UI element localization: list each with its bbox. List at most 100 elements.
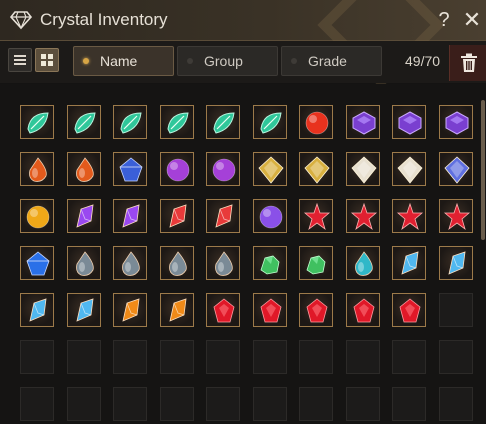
empty-inventory-slot[interactable] bbox=[439, 387, 473, 421]
empty-inventory-slot[interactable] bbox=[346, 340, 380, 374]
inventory-slot[interactable] bbox=[206, 199, 240, 233]
inventory-slot[interactable] bbox=[299, 199, 333, 233]
empty-inventory-slot[interactable] bbox=[67, 340, 101, 374]
inventory-slot[interactable] bbox=[67, 152, 101, 186]
green-cluster-crystal-icon bbox=[260, 255, 280, 275]
help-button[interactable]: ? bbox=[434, 8, 454, 32]
inventory-slot[interactable] bbox=[113, 199, 147, 233]
lightning-shard-crystal-icon bbox=[401, 251, 419, 275]
inventory-slot[interactable] bbox=[160, 152, 194, 186]
inventory-slot[interactable] bbox=[439, 105, 473, 139]
inventory-slot[interactable] bbox=[20, 199, 54, 233]
empty-inventory-slot[interactable] bbox=[67, 387, 101, 421]
inventory-slot[interactable] bbox=[113, 246, 147, 280]
sort-group-label: Group bbox=[204, 53, 243, 69]
sort-grade-button[interactable]: Grade bbox=[281, 46, 382, 76]
inventory-slot[interactable] bbox=[206, 293, 240, 327]
inventory-slot[interactable] bbox=[392, 105, 426, 139]
inventory-slot[interactable] bbox=[67, 199, 101, 233]
scrollbar[interactable] bbox=[481, 100, 485, 240]
red-gem-crystal-icon bbox=[306, 298, 328, 323]
inventory-slot[interactable] bbox=[160, 105, 194, 139]
inventory-slot[interactable] bbox=[439, 152, 473, 186]
empty-inventory-slot[interactable] bbox=[20, 387, 54, 421]
green-leaf-crystal-icon bbox=[120, 112, 142, 134]
empty-inventory-slot[interactable] bbox=[20, 340, 54, 374]
empty-inventory-slot[interactable] bbox=[392, 340, 426, 374]
empty-inventory-slot[interactable] bbox=[160, 340, 194, 374]
empty-inventory-slot[interactable] bbox=[439, 293, 473, 327]
empty-inventory-slot[interactable] bbox=[299, 340, 333, 374]
inventory-slot[interactable] bbox=[160, 199, 194, 233]
lightning-shard-crystal-icon bbox=[29, 298, 47, 322]
inventory-slot[interactable] bbox=[67, 246, 101, 280]
inventory-slot[interactable] bbox=[392, 293, 426, 327]
sort-name-button[interactable]: Name bbox=[73, 46, 174, 76]
empty-inventory-slot[interactable] bbox=[206, 387, 240, 421]
inventory-slot[interactable] bbox=[113, 152, 147, 186]
white-diamond-crystal-icon bbox=[351, 156, 377, 184]
inventory-slot[interactable] bbox=[20, 293, 54, 327]
orange-drop-crystal-icon bbox=[76, 157, 94, 182]
empty-inventory-slot[interactable] bbox=[439, 340, 473, 374]
grid-view-button[interactable] bbox=[35, 48, 59, 72]
inventory-slot[interactable] bbox=[67, 105, 101, 139]
delete-button[interactable] bbox=[449, 45, 486, 81]
trash-icon bbox=[461, 53, 477, 72]
list-view-button[interactable] bbox=[8, 48, 32, 72]
inventory-slot[interactable] bbox=[299, 293, 333, 327]
inventory-slot[interactable] bbox=[392, 199, 426, 233]
violet-round-crystal-icon bbox=[212, 158, 236, 182]
inventory-slot[interactable] bbox=[113, 293, 147, 327]
inventory-slot[interactable] bbox=[346, 105, 380, 139]
purple-hex-crystal-icon bbox=[352, 111, 376, 135]
inventory-slot[interactable] bbox=[346, 246, 380, 280]
inventory-slot[interactable] bbox=[160, 246, 194, 280]
close-button[interactable]: ✕ bbox=[462, 8, 482, 32]
inventory-slot[interactable] bbox=[253, 293, 287, 327]
empty-inventory-slot[interactable] bbox=[113, 340, 147, 374]
violet-orb-crystal-icon bbox=[259, 205, 283, 229]
inventory-slot[interactable] bbox=[392, 246, 426, 280]
green-cluster-crystal-icon bbox=[306, 255, 326, 275]
inventory-slot[interactable] bbox=[206, 246, 240, 280]
empty-inventory-slot[interactable] bbox=[392, 387, 426, 421]
empty-inventory-slot[interactable] bbox=[253, 387, 287, 421]
red-star-crystal-icon bbox=[443, 202, 471, 231]
inventory-slot[interactable] bbox=[206, 105, 240, 139]
radio-indicator bbox=[291, 58, 297, 64]
empty-inventory-slot[interactable] bbox=[206, 340, 240, 374]
inventory-slot[interactable] bbox=[253, 152, 287, 186]
sort-group-button[interactable]: Group bbox=[177, 46, 278, 76]
inventory-slot[interactable] bbox=[299, 152, 333, 186]
red-orb-crystal-icon bbox=[305, 111, 329, 135]
inventory-slot[interactable] bbox=[253, 199, 287, 233]
inventory-slot[interactable] bbox=[299, 105, 333, 139]
empty-inventory-slot[interactable] bbox=[113, 387, 147, 421]
inventory-slot[interactable] bbox=[439, 246, 473, 280]
red-shard-crystal-icon bbox=[215, 204, 233, 228]
inventory-slot[interactable] bbox=[206, 152, 240, 186]
title-bar[interactable]: Crystal Inventory ? ✕ bbox=[0, 0, 486, 89]
inventory-slot[interactable] bbox=[346, 293, 380, 327]
empty-inventory-slot[interactable] bbox=[299, 387, 333, 421]
inventory-slot[interactable] bbox=[392, 152, 426, 186]
window-title: Crystal Inventory bbox=[40, 10, 168, 29]
inventory-slot[interactable] bbox=[253, 246, 287, 280]
inventory-slot[interactable] bbox=[346, 152, 380, 186]
inventory-slot[interactable] bbox=[160, 293, 194, 327]
inventory-slot[interactable] bbox=[346, 199, 380, 233]
inventory-slot[interactable] bbox=[113, 105, 147, 139]
inventory-slot[interactable] bbox=[20, 105, 54, 139]
inventory-slot[interactable] bbox=[439, 199, 473, 233]
inventory-slot[interactable] bbox=[299, 246, 333, 280]
lightning-shard-crystal-icon bbox=[448, 251, 466, 275]
empty-inventory-slot[interactable] bbox=[346, 387, 380, 421]
green-leaf-crystal-icon bbox=[260, 112, 282, 134]
empty-inventory-slot[interactable] bbox=[253, 340, 287, 374]
inventory-slot[interactable] bbox=[20, 246, 54, 280]
inventory-slot[interactable] bbox=[20, 152, 54, 186]
inventory-slot[interactable] bbox=[67, 293, 101, 327]
empty-inventory-slot[interactable] bbox=[160, 387, 194, 421]
inventory-slot[interactable] bbox=[253, 105, 287, 139]
